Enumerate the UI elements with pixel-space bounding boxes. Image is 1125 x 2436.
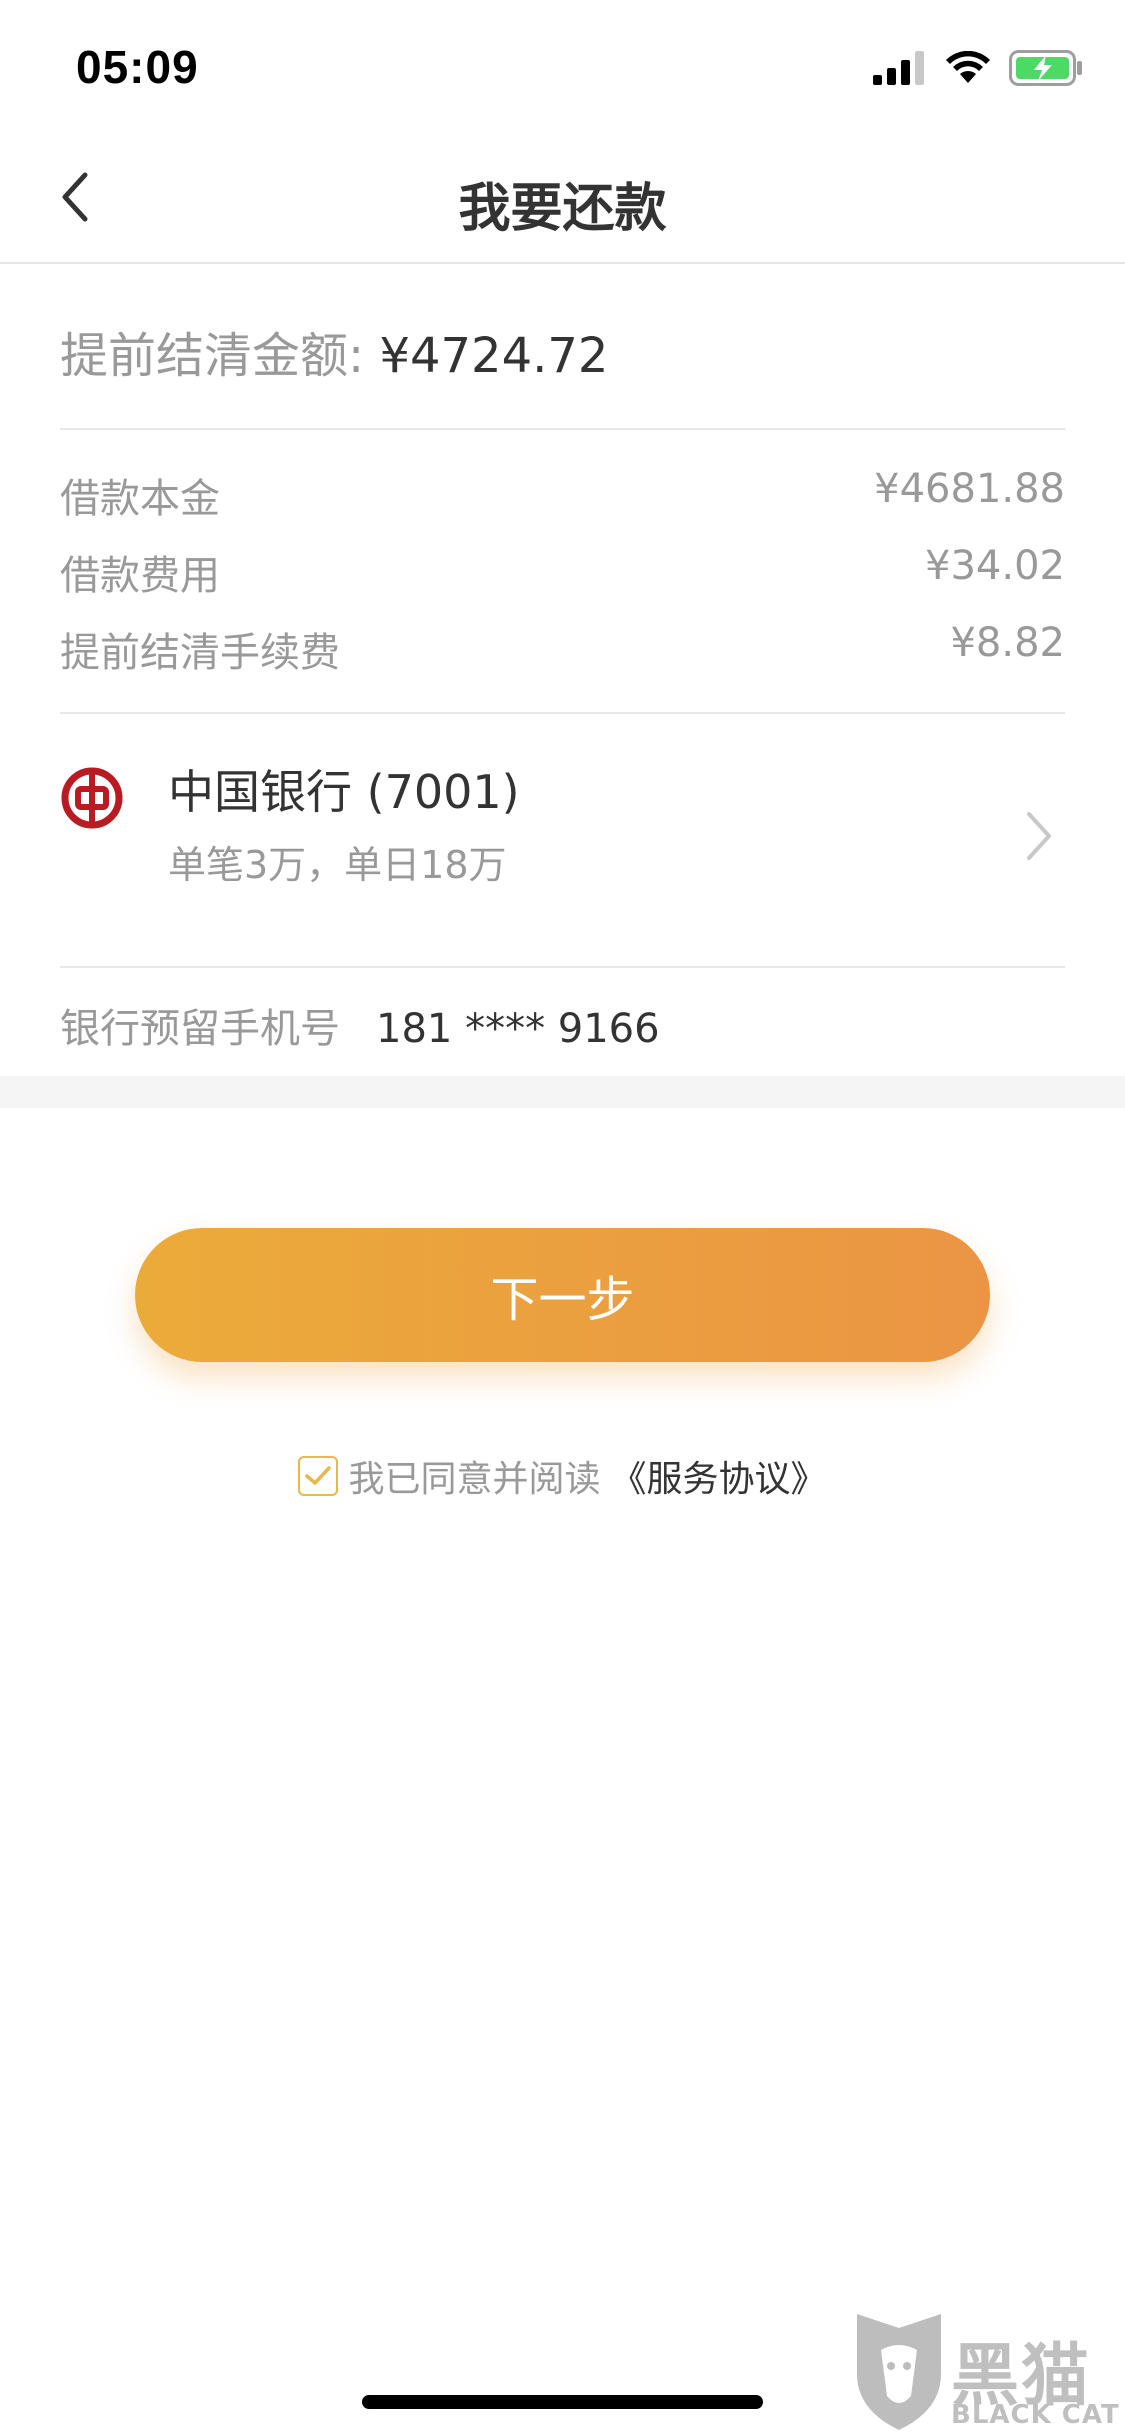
bank-name: 中国银行 (7001) xyxy=(168,765,520,819)
agreement-checkbox[interactable] xyxy=(298,1456,339,1496)
divider xyxy=(60,712,1065,714)
status-icons xyxy=(873,48,1085,88)
detail-row-settlement-fee: 提前结清手续费 ¥8.82 xyxy=(60,620,1065,680)
agreement-text: 我已同意并阅读 xyxy=(348,1459,601,1500)
detail-label: 借款本金 xyxy=(60,476,220,522)
black-cat-logo-icon xyxy=(857,2314,941,2430)
settlement-amount-row: 提前结清金额: ¥4724.72 xyxy=(60,316,608,386)
checkmark-icon xyxy=(305,1466,332,1485)
bank-limit: 单笔3万，单日18万 xyxy=(168,843,507,887)
repayment-card: 提前结清金额: ¥4724.72 借款本金 ¥4681.88 借款费用 ¥34.… xyxy=(0,266,1125,1076)
home-indicator xyxy=(362,2395,763,2409)
detail-value: ¥8.82 xyxy=(950,620,1065,666)
next-step-button[interactable]: 下一步 xyxy=(135,1228,990,1362)
black-cat-watermark: 黑猫 BLACK CAT xyxy=(843,2304,1125,2436)
detail-row-fee: 借款费用 ¥34.02 xyxy=(60,543,1065,603)
detail-value: ¥4681.88 xyxy=(874,466,1065,512)
settlement-amount: ¥4724.72 xyxy=(379,328,609,384)
page-title: 我要还款 xyxy=(458,179,667,239)
reserved-phone-row: 银行预留手机号 181 **** 9166 xyxy=(60,996,660,1054)
phone-value: 181 **** 9166 xyxy=(376,1006,660,1052)
settlement-label: 提前结清金额: xyxy=(60,328,380,384)
detail-label: 借款费用 xyxy=(60,553,220,599)
chevron-right-icon xyxy=(1027,812,1051,860)
detail-label: 提前结清手续费 xyxy=(60,630,340,676)
detail-value: ¥34.02 xyxy=(925,543,1065,589)
nav-bar: 我要还款 xyxy=(0,132,1125,264)
watermark-subtitle: BLACK CAT xyxy=(951,2400,1120,2430)
service-agreement-link[interactable]: 《服务协议》 xyxy=(611,1450,827,1502)
section-separator xyxy=(0,1076,1125,1108)
phone-label: 银行预留手机号 xyxy=(60,1006,340,1052)
divider xyxy=(60,966,1065,968)
agreement-row: 我已同意并阅读 《服务协议》 xyxy=(0,1450,1125,1502)
detail-row-principal: 借款本金 ¥4681.88 xyxy=(60,466,1065,526)
signal-icon xyxy=(873,51,924,85)
status-time: 05:09 xyxy=(76,41,199,93)
wifi-icon xyxy=(946,51,990,83)
bank-of-china-logo-icon xyxy=(61,767,123,829)
status-bar: 05:09 xyxy=(0,0,1125,132)
divider xyxy=(60,428,1065,430)
battery-charging-icon xyxy=(1009,50,1082,86)
bank-card-selector[interactable]: 中国银行 (7001) 单笔3万，单日18万 xyxy=(60,756,1065,936)
